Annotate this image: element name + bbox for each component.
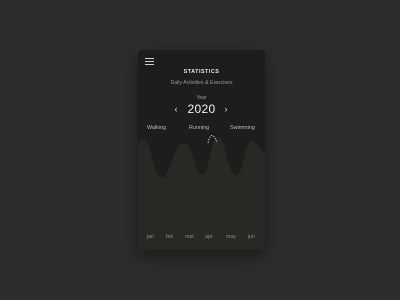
month-jun[interactable]: jun (248, 234, 255, 240)
month-jan[interactable]: jan (147, 234, 154, 240)
month-feb[interactable]: feb (166, 234, 173, 240)
activity-running[interactable]: Running (189, 125, 209, 131)
wave-area (138, 137, 265, 250)
activity-wave-chart (138, 135, 265, 250)
hamburger-menu-icon[interactable] (145, 58, 154, 65)
year-selector: ‹ 2020 › (138, 101, 265, 117)
statistics-card: STATISTICS Daily Activities & Exercises … (138, 50, 265, 250)
month-mar[interactable]: mar (185, 234, 194, 240)
month-may[interactable]: may (226, 234, 236, 240)
year-value: 2020 (187, 102, 216, 116)
page-subtitle: Daily Activities & Exercises (170, 80, 233, 86)
chevron-right-icon[interactable]: › (221, 101, 231, 117)
page-title: STATISTICS (183, 69, 220, 75)
activity-swimming[interactable]: Swimming (230, 125, 255, 131)
month-apr[interactable]: apr (205, 234, 213, 240)
activity-walking[interactable]: Walking (147, 125, 166, 131)
